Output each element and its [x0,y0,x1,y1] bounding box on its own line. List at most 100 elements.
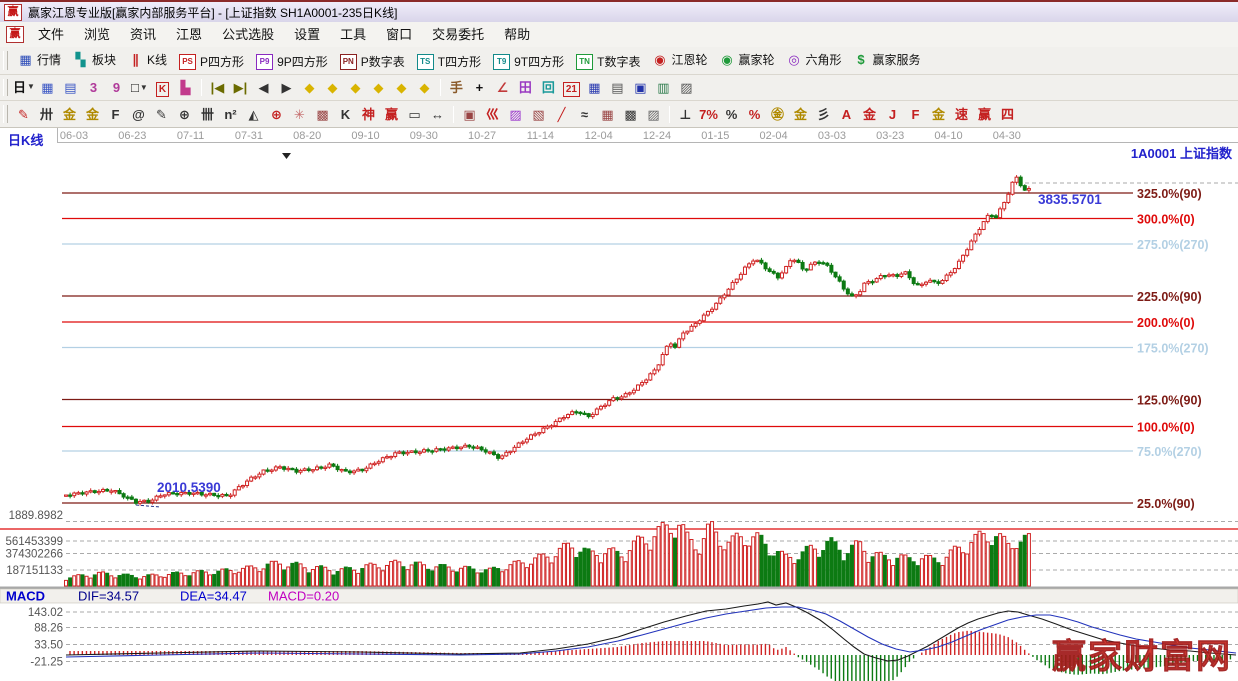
winner-wheel-button[interactable]: ◉赢家轮 [713,48,780,72]
p-number-table-button[interactable]: PNP数字表 [334,50,411,74]
calendar-icon[interactable]: 21 [560,78,583,101]
menu-window[interactable]: 窗口 [376,27,422,42]
calculator-icon[interactable]: ▦ [583,76,606,99]
toolbar-grip[interactable] [3,51,8,70]
price-ruler-icon[interactable]: ▭ [403,103,426,126]
diamond-h-compress-icon[interactable]: ◆ [367,76,390,99]
gold-grid-icon[interactable]: 金 [58,102,81,125]
diamond-left-icon[interactable]: ◆ [298,76,321,99]
circle-grid-icon[interactable]: ⊕ [173,103,196,126]
web-icon[interactable]: ✳ [288,103,311,126]
percent-line-icon[interactable]: % [743,103,766,126]
prev-bar-icon[interactable]: ◀ [252,76,275,99]
bars-3-icon[interactable]: 3 [82,76,105,99]
p-square-button[interactable]: PSP四方形 [173,50,250,74]
area-box-icon[interactable]: ▣ [458,103,481,126]
diamond-v-compress-icon[interactable]: ◆ [390,76,413,99]
hatch-icon[interactable]: ▨ [642,103,665,126]
toolbar-grip[interactable] [3,105,8,123]
gold-line-icon[interactable]: 金 [789,102,812,125]
export-icon[interactable]: ▥ [652,76,675,99]
info-f10-icon[interactable]: ▤ [59,76,82,99]
k-mark-icon[interactable]: K [334,103,357,126]
menu-trade-entrust[interactable]: 交易委托 [422,27,494,42]
chart-area[interactable]: 06-0306-2307-1107-3108-2009-1009-3010-27… [0,128,1238,681]
diamond-v-expand-icon[interactable]: ◆ [413,76,436,99]
candle-style-dropdown[interactable]: □▼ [128,76,151,99]
mirror-angle-icon[interactable]: ◭ [242,103,265,126]
pattern-b-icon[interactable]: ▧ [527,103,550,126]
kline-chart-svg[interactable]: 06-0306-2307-1107-3108-2009-1009-3010-27… [0,128,1238,681]
circle-cross-icon[interactable]: ⊕ [265,103,288,126]
gann-box-icon[interactable]: 田 [514,75,537,98]
n-squared-icon[interactable]: n² [219,103,242,126]
menu-settings[interactable]: 设置 [284,27,330,42]
pencil-red-icon[interactable]: ✎ [12,103,35,126]
grid-comb-icon[interactable]: 卅 [35,102,58,125]
sectors-button[interactable]: ▚板块 [67,48,122,72]
gold-red-line-icon[interactable]: 金 [858,102,881,125]
toolbar-grip[interactable] [3,79,8,97]
angle-measure-icon[interactable]: ∠ [491,76,514,99]
a-net-icon[interactable]: A [835,103,858,126]
color-volume-icon[interactable]: ▙ [174,76,197,99]
trend-line-icon[interactable]: ╱ [550,103,573,126]
last-page-icon[interactable]: ▶| [229,76,252,99]
speed-angle-icon[interactable]: 速 [950,102,973,125]
wave-line-icon[interactable]: ≈ [573,103,596,126]
quotes-button[interactable]: ▦行情 [12,48,67,72]
grid-a-icon[interactable]: ▦ [596,103,619,126]
cycle-tool-icon[interactable]: 回 [537,75,560,98]
print-icon[interactable]: ▨ [675,76,698,99]
main-graph-icon[interactable]: ▦ [36,76,59,99]
menu-browse[interactable]: 浏览 [74,27,120,42]
t-square-button[interactable]: TST四方形 [411,50,487,74]
menu-tools[interactable]: 工具 [330,27,376,42]
crosshair-icon[interactable]: + [468,76,491,99]
menu-news[interactable]: 资讯 [120,27,166,42]
hash-grid-icon[interactable]: 卌 [196,102,219,125]
scale-tool-icon[interactable]: ⊥ [674,103,697,126]
gold-circle-icon[interactable]: ㊎ [766,102,789,125]
pencil-dark-icon[interactable]: ✎ [150,103,173,126]
f-angle-icon[interactable]: F [904,103,927,126]
first-page-icon[interactable]: |◀ [206,76,229,99]
next-bar-icon[interactable]: ▶ [275,76,298,99]
four-angle-icon[interactable]: 四 [996,102,1019,125]
gold-grid2-icon[interactable]: 金 [81,102,104,125]
note-icon[interactable]: ▤ [606,76,629,99]
pattern-a-icon[interactable]: ▨ [504,103,527,126]
hexagon-button[interactable]: ◎六角形 [781,48,848,72]
width-measure-icon[interactable]: ↔ [426,103,449,126]
grid-b-icon[interactable]: ▩ [619,103,642,126]
j-angle-icon[interactable]: J [881,103,904,126]
gann-wheel-button[interactable]: ◉江恩轮 [646,48,713,72]
shen-tool-icon[interactable]: 神 [357,102,380,125]
spiral-icon[interactable]: @ [127,103,150,126]
percent-icon[interactable]: % [720,103,743,126]
t-number-table-button[interactable]: TNT数字表 [570,50,646,74]
ying-angle-icon[interactable]: 赢 [973,102,996,125]
menu-help[interactable]: 帮助 [494,27,540,42]
dual-kline-icon[interactable]: K [151,78,174,101]
gann-fan-icon[interactable]: 巛 [481,102,504,125]
percent-retrace-icon[interactable]: 7% [697,103,720,126]
menu-formula-stock-pick[interactable]: 公式选股 [212,27,284,42]
winner-service-button[interactable]: $赢家服务 [848,48,927,72]
diamond-h-expand-icon[interactable]: ◆ [344,76,367,99]
nine-t-square-button[interactable]: T99T四方形 [487,50,570,74]
f-comb-icon[interactable]: F [104,103,127,126]
save-icon[interactable]: ▣ [629,76,652,99]
brush-icon[interactable]: 彡 [812,102,835,125]
ying-tool-icon[interactable]: 赢 [380,102,403,125]
kline-button[interactable]: ∥K线 [122,48,173,72]
web-box-icon[interactable]: ▩ [311,103,334,126]
menu-file[interactable]: 文件 [28,27,74,42]
menu-gann[interactable]: 江恩 [166,27,212,42]
period-day-dropdown[interactable]: 日▼ [12,75,36,98]
gold-angle-icon[interactable]: 金 [927,102,950,125]
drag-hand-icon[interactable]: 手 [445,75,468,98]
diamond-right-icon[interactable]: ◆ [321,76,344,99]
nine-p-square-button[interactable]: P99P四方形 [250,50,334,74]
bars-9-icon[interactable]: 9 [105,76,128,99]
